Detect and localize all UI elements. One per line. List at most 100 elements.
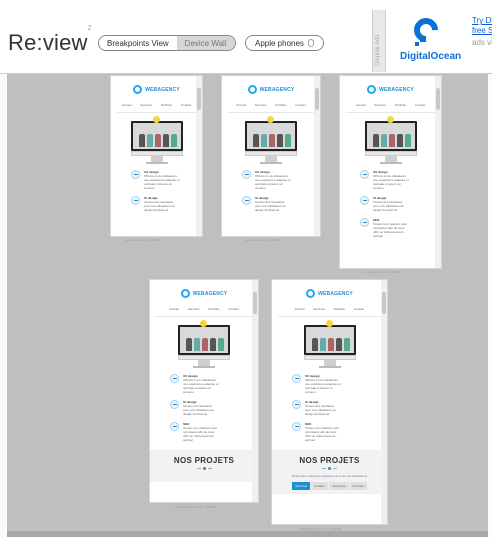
- right-edge: [488, 74, 492, 537]
- breakpoints-view-button[interactable]: Breakpoints View: [99, 36, 177, 50]
- site-nav: Accueil Services Portfolio Contact: [150, 307, 258, 311]
- feature-item: UI design Créons des interfaces pour vos …: [170, 400, 258, 416]
- device-filter-select[interactable]: Apple phones: [245, 35, 324, 51]
- digitalocean-logo-icon: [409, 13, 443, 47]
- filter-corporate-button[interactable]: Corporate: [329, 482, 349, 490]
- nav-link[interactable]: Contact: [181, 103, 191, 107]
- people-icon: [360, 196, 369, 205]
- site-nav: Accueil Services Portfolio Contact: [340, 103, 441, 107]
- device-caption: Apple iPhone 5 - 320x568: [125, 238, 160, 242]
- feature-item: SEO Toutes nos créations sont optimisées …: [360, 218, 441, 238]
- site-logo: WEBAGENCY: [272, 289, 387, 298]
- chart-icon: [242, 170, 251, 179]
- nav-link[interactable]: Services: [313, 307, 325, 311]
- canvas-bottom-border: [7, 531, 488, 537]
- device-filter-value: Apple phones: [255, 38, 304, 48]
- feature-item: UI design Créons des interfaces pour vos …: [131, 196, 202, 212]
- nav-link[interactable]: Services: [140, 103, 152, 107]
- projects-section: NOS PROJETS Retrouvez ci-dessous quelque…: [272, 450, 387, 494]
- device-frame-5[interactable]: WEBAGENCY Accueil Services Portfolio Contac…: [271, 279, 388, 525]
- hero-monitor-image: [245, 116, 297, 164]
- nav-link[interactable]: Services: [374, 103, 386, 107]
- nav-link[interactable]: Accueil: [169, 307, 179, 311]
- scrollbar[interactable]: [381, 280, 387, 524]
- nav-link[interactable]: Contact: [415, 103, 425, 107]
- filter-all-button[interactable]: Voir tous: [292, 482, 310, 490]
- nav-link[interactable]: Portfolio: [395, 103, 406, 107]
- site-nav: Accueil Services Portfolio Contact: [272, 307, 387, 311]
- device-wall-button[interactable]: Device Wall: [176, 36, 235, 50]
- device-frame-2[interactable]: WEBAGENCY Accueil Services Portfolio Contac…: [221, 75, 321, 237]
- feature-item: UX design Offrons à vos utilisateurs une …: [360, 170, 441, 190]
- hero-monitor-image: [303, 320, 356, 368]
- feature-item: SEO Toutes nos créations sont optimisées …: [292, 422, 387, 442]
- seo-icon: [360, 218, 369, 227]
- feature-item: UX design Offrons à vos utilisateurs une …: [131, 170, 202, 190]
- nav-link[interactable]: Accueil: [356, 103, 366, 107]
- select-caret-icon: [307, 39, 314, 47]
- site-logo: WEBAGENCY: [150, 289, 258, 298]
- projects-section: NOS PROJETS: [150, 450, 258, 482]
- filter-portfolio-button[interactable]: Portfolio: [349, 482, 367, 490]
- scrollbar[interactable]: [435, 76, 441, 268]
- nav-link[interactable]: Services: [255, 103, 267, 107]
- scrollbar[interactable]: [196, 76, 202, 236]
- site-logo: WEBAGENCY: [111, 85, 202, 94]
- feature-item: SEO Toutes nos créations sont optimisées …: [170, 422, 258, 442]
- nav-link[interactable]: Services: [188, 307, 200, 311]
- digitalocean-ad[interactable]: DigitalOcean: [400, 13, 462, 62]
- display-ads-label: Display Ads: [375, 34, 381, 66]
- feature-item: UI design Créons des interfaces pour vos …: [292, 400, 387, 416]
- people-icon: [170, 400, 179, 409]
- scrollbar[interactable]: [314, 76, 320, 236]
- device-frame-1[interactable]: WEBAGENCY Accueil Services Portfolio Contac…: [110, 75, 203, 237]
- section-title: NOS PROJETS: [173, 456, 235, 465]
- ad-copy: Try Di free S ads via: [472, 16, 492, 48]
- left-edge: [0, 74, 7, 537]
- section-divider: [272, 467, 387, 470]
- nav-link[interactable]: Portfolio: [275, 103, 286, 107]
- nav-link[interactable]: Contact: [295, 103, 305, 107]
- chart-icon: [131, 170, 140, 179]
- section-text: Retrouvez ci-dessous quelques-unes de no…: [291, 474, 368, 478]
- feature-item: UX design Offrons à vos utilisateurs une …: [242, 170, 320, 190]
- chart-icon: [170, 374, 179, 383]
- nav-link[interactable]: Portfolio: [334, 307, 345, 311]
- device-frame-3[interactable]: WEBAGENCY Accueil Services Portfolio Contac…: [339, 75, 442, 269]
- device-caption: Apple iPhone 5 - 320x568: [245, 238, 280, 242]
- feature-item: UX design Offrons à vos utilisateurs une …: [170, 374, 258, 394]
- chart-icon: [360, 170, 369, 179]
- site-nav: Accueil Services Portfolio Contact: [111, 103, 202, 107]
- nav-link[interactable]: Accueil: [236, 103, 246, 107]
- people-icon: [292, 400, 301, 409]
- device-frame-4[interactable]: WEBAGENCY Accueil Services Portfolio Contac…: [149, 279, 259, 503]
- filter-creation-button[interactable]: Création: [310, 482, 329, 490]
- hero-monitor-image: [178, 320, 230, 368]
- chart-icon: [292, 374, 301, 383]
- people-icon: [131, 196, 140, 205]
- hero-monitor-image: [130, 116, 183, 164]
- app-logo[interactable]: Re:view2: [8, 25, 92, 56]
- nav-link[interactable]: Contact: [354, 307, 364, 311]
- digitalocean-brand: DigitalOcean: [400, 51, 462, 62]
- seo-icon: [170, 422, 179, 431]
- display-ads-tab[interactable]: Display Ads: [372, 10, 386, 72]
- nav-link[interactable]: Accueil: [122, 103, 132, 107]
- site-nav: Accueil Services Portfolio Contact: [222, 103, 320, 107]
- nav-link[interactable]: Accueil: [295, 307, 305, 311]
- view-mode-toggle: Breakpoints View Device Wall: [98, 35, 236, 51]
- nav-link[interactable]: Portfolio: [208, 307, 219, 311]
- scrollbar[interactable]: [252, 280, 258, 502]
- seo-icon: [292, 422, 301, 431]
- people-icon: [242, 196, 251, 205]
- ad-link-line-2[interactable]: free S: [472, 26, 492, 36]
- device-caption: Apple iPhone 6 Plus - 414x736: [175, 505, 217, 509]
- feature-item: UX design Offrons à vos utilisateurs une …: [292, 374, 387, 394]
- ad-link-line-1[interactable]: Try Di: [472, 16, 492, 26]
- nav-link[interactable]: Contact: [228, 307, 238, 311]
- webagency-logo-icon: [247, 85, 257, 94]
- project-filters: Voir tous Création Corporate Portfolio: [272, 482, 387, 494]
- webagency-logo-icon: [180, 289, 190, 298]
- nav-link[interactable]: Portfolio: [161, 103, 172, 107]
- webagency-logo-icon: [306, 289, 316, 298]
